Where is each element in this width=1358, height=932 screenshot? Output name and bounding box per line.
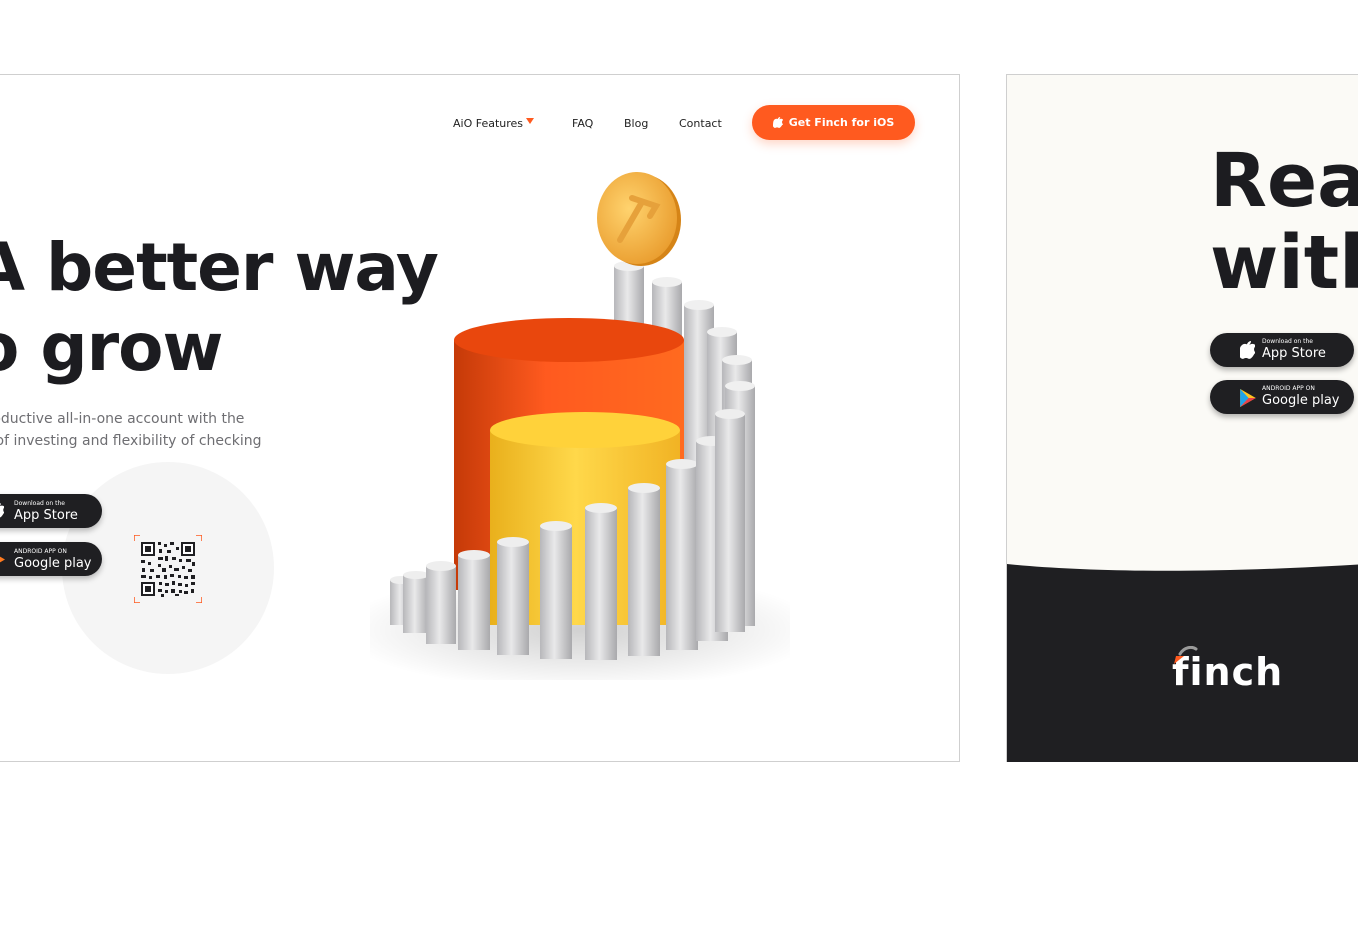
apple-icon xyxy=(0,503,4,518)
promo-title: Read with xyxy=(1210,138,1358,306)
hero-subtitle: productive all-in-one account with the r… xyxy=(0,411,262,449)
apple-icon xyxy=(772,117,783,128)
cta-label: Get Finch for iOS xyxy=(788,116,895,129)
apple-icon xyxy=(1240,341,1255,359)
nav-aio-features[interactable]: AiO Features xyxy=(453,117,523,130)
app-store-button[interactable]: Download on the App Store xyxy=(0,494,102,528)
finch-bird-icon xyxy=(1174,646,1198,664)
app-store-small-text: Download on the xyxy=(14,499,65,507)
google-play-icon xyxy=(0,556,5,563)
nav-contact[interactable]: Contact xyxy=(679,117,722,130)
hero-chart-illustration xyxy=(370,172,790,680)
promo-google-play-small: ANDROID APP ON xyxy=(1262,385,1315,392)
google-play-icon xyxy=(1240,389,1256,407)
nav-faq[interactable]: FAQ xyxy=(572,117,593,130)
app-store-big-text: App Store xyxy=(14,507,78,523)
caret-down-icon[interactable] xyxy=(526,118,534,124)
promo-app-store-big: App Store xyxy=(1262,346,1326,361)
google-play-big-text: Google play xyxy=(14,555,92,571)
gold-coin-icon xyxy=(597,172,681,266)
google-play-button[interactable]: ANDROID APP ON Google play xyxy=(0,542,102,576)
nav-blog[interactable]: Blog xyxy=(624,117,648,130)
get-finch-ios-button[interactable]: Get Finch for iOS xyxy=(752,105,915,140)
promo-app-store-button[interactable]: Download on the App Store xyxy=(1210,333,1354,367)
google-play-small-text: ANDROID APP ON xyxy=(14,547,67,555)
promo-app-store-small: Download on the xyxy=(1262,338,1313,345)
qr-code xyxy=(134,535,202,603)
promo-google-play-big: Google play xyxy=(1262,393,1340,408)
promo-google-play-button[interactable]: ANDROID APP ON Google play xyxy=(1210,380,1354,414)
